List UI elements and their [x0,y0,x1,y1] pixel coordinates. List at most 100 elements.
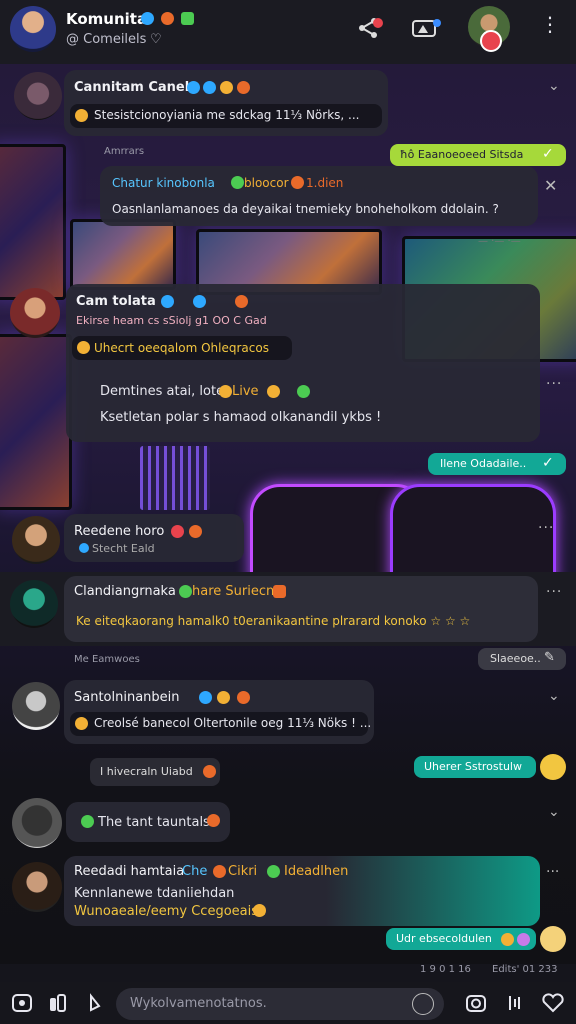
background-keyboard [140,446,210,510]
message-text: Oasnlanlamanoes da deyaikai tnemieky bno… [112,202,499,216]
quoted-text: Uhecrt oeeqalom Ohleqracos [94,341,269,355]
reply-avatar-icon [75,717,88,730]
smile-icon [253,904,266,917]
message-text: Creolsé banecol Oltertonile oeg 11⅓ Nöks… [94,716,372,730]
fire-icon [213,865,226,878]
more-icon[interactable]: ⋮ [538,12,562,40]
reply-avatar-icon [77,341,90,354]
quoted-message[interactable]: Uhecrt oeeqalom Ohleqracos [72,336,292,360]
puzzle-icon [161,12,174,25]
sender-status: Stecht Eald [92,542,155,555]
chevron-down-icon[interactable]: ⌄ [548,688,560,704]
message-bubble[interactable]: Reedene horo Stecht Eald [64,514,244,562]
quoted-message[interactable]: Stesistcionoyiania me sdckag 11⅓ Nörks, … [70,104,382,128]
message-bubble[interactable]: Chatur kinobonla bloocor 1.dien Oasnlanl… [100,166,538,226]
leaf-icon [179,585,192,598]
sender-name: Cam tolata [76,294,156,309]
message-text: Slaeeoe.. [490,652,541,665]
check-icon: ✓ [542,146,554,162]
section-label: Amrrars [104,146,145,157]
more-dots-icon[interactable]: ··· [546,584,562,600]
music-icon[interactable] [82,992,106,1016]
message-bubble[interactable]: The tant tauntals [66,802,230,842]
quoted-message[interactable]: Creolsé banecol Oltertonile oeg 11⅓ Nöks… [70,712,372,736]
heart-outline-icon[interactable] [540,992,566,1016]
chat-title: Komunita [66,10,148,28]
microphone-icon[interactable] [502,992,526,1016]
face-icon [207,814,220,827]
image-icon[interactable] [10,992,34,1016]
input-placeholder: Wykolvamenotatnos. [130,996,267,1011]
message-text: Uherer Sstrostulw [424,760,522,773]
sender-name: Reedene horo [74,524,165,539]
person-icon [193,295,206,308]
face-icon [237,81,250,94]
avatar[interactable] [12,516,60,564]
avatar[interactable] [10,6,56,52]
sticker-icon[interactable] [46,992,70,1016]
reaction-emoji-icon[interactable] [540,926,566,952]
avatar[interactable] [12,798,62,848]
chevron-down-icon[interactable]: ⌄ [548,804,560,820]
face-icon [501,933,514,946]
chevron-down-icon[interactable]: ⌄ [548,78,560,94]
sent-message[interactable]: Uherer Sstrostulw [414,756,536,778]
pencil-icon: ✎ [544,650,555,665]
leaf-icon [81,815,94,828]
sent-message[interactable]: ħô Eaanoeoeed Sitsda ✓ [390,144,566,166]
message-text: Udr ebsecoldulen [396,932,492,945]
sender-name: Reedadi hamtaia [74,864,185,879]
timestamp: 1 9 0 1 16 [420,964,471,975]
face-icon [237,691,250,704]
message-text: Stesistcionoyiania me sdckag 11⅓ Nörks, … [94,108,360,122]
leaf-icon [267,865,280,878]
emoji-icon[interactable] [412,993,434,1015]
sender-tag: hare Suriecn [192,584,275,599]
message-bubble[interactable]: Cam tolata Ekirse heam cs sSiolj g1 OO C… [66,284,540,442]
avatar[interactable] [10,288,60,338]
message-text: Ke eiteqkaorang hamalk0 t0eranikaantine … [76,614,471,628]
avatar[interactable] [12,862,62,912]
reaction-emoji-icon[interactable] [540,754,566,780]
check-icon: ✓ [542,455,554,471]
face-icon [219,385,232,398]
frog-icon [297,385,310,398]
avatar[interactable] [14,72,62,120]
message-text: Demtines atai, lote [100,384,225,399]
sender-status: Ekirse heam cs sSiolj g1 OO C Gad [76,314,267,327]
message-bubble[interactable]: Santolninanbein Creolsé banecol Olterton… [64,680,374,744]
chat-subtitle: @ Comeilels [66,32,147,47]
sent-message[interactable]: Udr ebsecoldulen [386,928,536,950]
sender-tag-2: 1.dien [306,176,344,190]
more-dots-icon[interactable]: ··· [546,864,559,880]
camera-icon[interactable] [464,992,488,1016]
camera-icon[interactable] [410,14,444,42]
message-bubble[interactable]: Reedadi hamtaia Che Cikri Ideadlhen Kenn… [64,856,540,926]
heart-outline-icon: ♡ [150,32,162,47]
avatar[interactable] [10,580,58,628]
sender-name: Clandiangrnaka [74,584,176,599]
cup-icon [203,765,216,778]
sent-message[interactable]: Ilene Odadaile.. ✓ [428,453,566,475]
message-input[interactable]: Wykolvamenotatnos. [116,988,444,1020]
message-text: Ilene Odadaile.. [440,457,527,470]
message-bubble[interactable]: Cannitam Canela Stesistcionoyiania me sd… [64,70,388,136]
message-pill[interactable]: I hivecraln Uiabd [90,758,220,786]
sender-name: Santolninanbein [74,690,180,705]
more-dots-icon[interactable]: ··· [546,376,562,392]
top-bar: Komunita @ Comeilels ♡ ⋮ [0,0,576,64]
sender-tag-2: Cikri [228,864,258,879]
person-icon [199,691,212,704]
verified-icon [141,12,154,25]
face-icon [235,295,248,308]
sender-name: Cannitam Canela [74,80,198,95]
close-icon[interactable]: ✕ [544,176,557,195]
more-dots-icon[interactable]: ··· [538,520,554,536]
share-icon[interactable] [356,14,384,42]
sent-message[interactable]: Slaeeoe.. ✎ [478,648,566,670]
person-icon [203,81,216,94]
sender-tag-3: Ideadlhen [284,864,349,879]
avatar[interactable] [12,682,60,730]
heart-icon [171,525,184,538]
message-bubble[interactable]: Clandiangrnaka hare Suriecn Ke eiteqkaor… [64,576,538,642]
